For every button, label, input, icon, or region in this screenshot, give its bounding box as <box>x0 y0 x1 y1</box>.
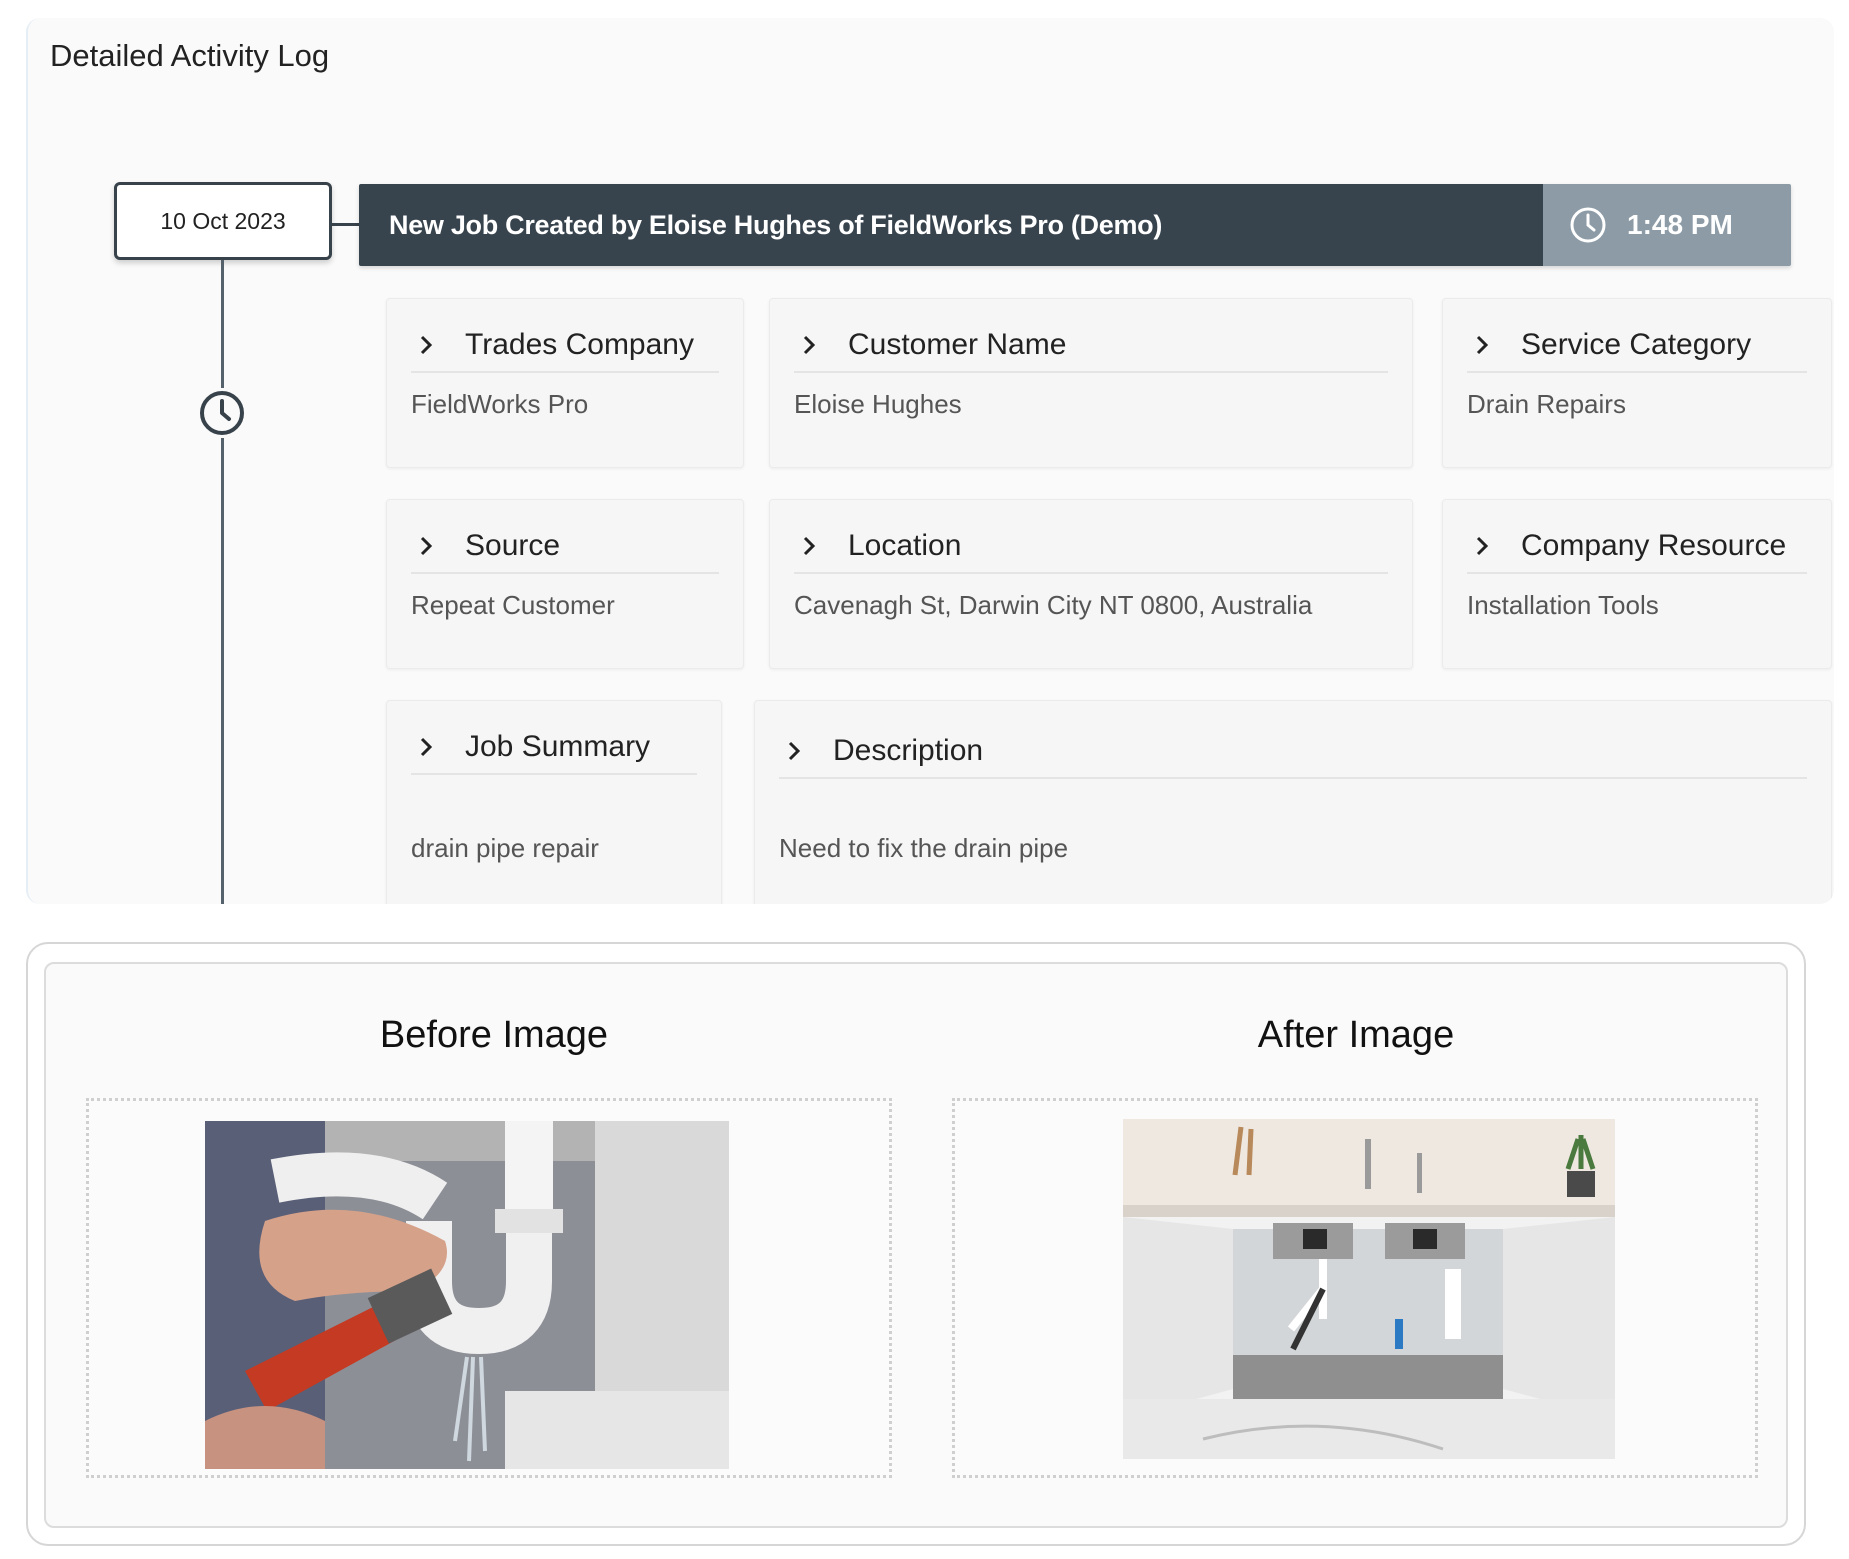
field-header[interactable]: Trades Company <box>411 319 719 373</box>
field-value: Eloise Hughes <box>794 389 962 419</box>
field-header[interactable]: Company Resource <box>1467 520 1807 574</box>
event-time-block: 1:48 PM <box>1543 184 1791 266</box>
timeline-line <box>221 260 224 904</box>
images-inner-panel: Before Image After Image <box>44 962 1788 1528</box>
chevron-right-icon <box>803 335 816 355</box>
field-header[interactable]: Source <box>411 520 719 574</box>
field-card-trades-company: Trades Company FieldWorks Pro <box>386 298 744 468</box>
chevron-right-icon <box>420 737 433 757</box>
chevron-right-icon <box>803 536 816 556</box>
timeline-date: 10 Oct 2023 <box>114 182 332 260</box>
field-card-source: Source Repeat Customer <box>386 499 744 669</box>
field-value: Installation Tools <box>1467 590 1659 620</box>
field-header[interactable]: Description <box>779 725 1807 779</box>
chevron-right-icon <box>1476 536 1489 556</box>
field-value: FieldWorks Pro <box>411 389 589 419</box>
event-header: New Job Created by Eloise Hughes of Fiel… <box>359 184 1791 266</box>
field-label: Location <box>848 529 962 562</box>
date-connector <box>332 223 360 226</box>
clock-icon <box>1570 207 1606 243</box>
field-label: Source <box>465 529 561 562</box>
field-label: Service Category <box>1521 328 1752 361</box>
field-card-customer-name: Customer Name Eloise Hughes <box>769 298 1413 468</box>
chevron-right-icon <box>420 335 433 355</box>
field-header[interactable]: Service Category <box>1467 319 1807 373</box>
page-title: Detailed Activity Log <box>50 38 330 73</box>
after-image-frame[interactable] <box>952 1098 1758 1478</box>
images-panel: Before Image After Image <box>26 942 1806 1546</box>
before-image-title: Before Image <box>379 1014 609 1056</box>
event-time: 1:48 PM <box>1627 209 1733 240</box>
chevron-right-icon <box>420 536 433 556</box>
field-card-location: Location Cavenagh St, Darwin City NT 080… <box>769 499 1413 669</box>
before-image[interactable] <box>205 1121 729 1469</box>
field-label: Company Resource <box>1521 529 1787 562</box>
field-label: Trades Company <box>465 328 694 361</box>
field-card-company-resource: Company Resource Installation Tools <box>1442 499 1832 669</box>
field-value: Repeat Customer <box>411 590 615 620</box>
field-header[interactable]: Customer Name <box>794 319 1388 373</box>
field-header[interactable]: Location <box>794 520 1388 574</box>
chevron-right-icon <box>788 741 801 761</box>
clock-icon <box>197 388 247 438</box>
field-value: Drain Repairs <box>1467 389 1626 419</box>
field-label: Description <box>833 734 984 767</box>
field-label: Customer Name <box>848 328 1067 361</box>
chevron-right-icon <box>1476 335 1489 355</box>
field-header[interactable]: Job Summary <box>411 721 697 775</box>
field-card-service-category: Service Category Drain Repairs <box>1442 298 1832 468</box>
event-title: New Job Created by Eloise Hughes of Fiel… <box>359 184 1543 266</box>
after-image[interactable] <box>1123 1119 1615 1459</box>
before-image-frame[interactable] <box>86 1098 892 1478</box>
field-label: Job Summary <box>465 730 651 763</box>
field-value: Cavenagh St, Darwin City NT 0800, Austra… <box>794 590 1313 620</box>
field-card-job-summary: Job Summary drain pipe repair <box>386 700 722 904</box>
field-value: Need to fix the drain pipe <box>779 833 1069 863</box>
activity-log-panel: Detailed Activity Log 10 Oct 2023 New Jo… <box>26 18 1834 904</box>
field-card-description: Description Need to fix the drain pipe <box>754 700 1832 904</box>
after-image-title: After Image <box>1257 1014 1455 1056</box>
field-value: drain pipe repair <box>411 833 599 863</box>
